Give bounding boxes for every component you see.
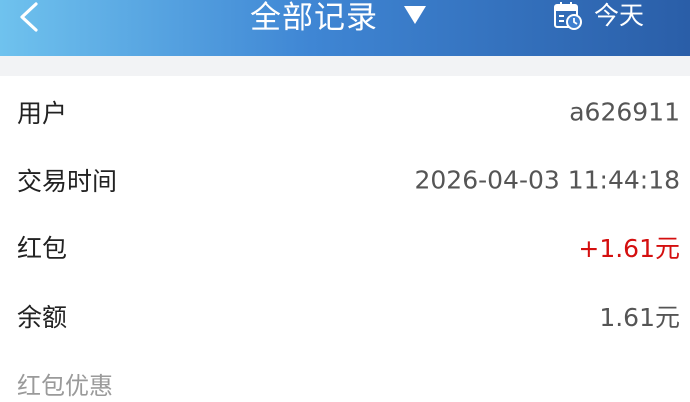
page-title: 全部记录 (250, 0, 378, 36)
user-value: a626911 (569, 97, 680, 127)
time-row: 交易时间 2026-04-03 11:44:18 (0, 150, 690, 210)
time-value: 2026-04-03 11:44:18 (414, 165, 680, 195)
balance-label: 余额 (17, 303, 68, 332)
user-label: 用户 (17, 99, 68, 128)
balance-row: 余额 1.61元 (0, 286, 690, 346)
caret-down-icon (404, 6, 426, 24)
top-bar: 全部记录 今天 (0, 0, 690, 56)
section-divider (0, 56, 690, 76)
record-filter-dropdown[interactable]: 全部记录 (250, 0, 426, 36)
hongbao-amount: +1.61元 (578, 234, 680, 263)
today-label: 今天 (594, 1, 645, 30)
hongbao-promo-section-label: 红包优惠 (17, 372, 113, 400)
user-row: 用户 a626911 (0, 82, 690, 142)
back-button[interactable] (14, 0, 54, 40)
today-button[interactable]: 今天 (552, 0, 644, 36)
balance-value: 1.61元 (599, 303, 680, 332)
chevron-left-icon (20, 2, 38, 32)
time-label: 交易时间 (17, 167, 118, 196)
calendar-clock-icon (554, 2, 582, 30)
hongbao-row: 红包 +1.61元 (0, 217, 690, 277)
hongbao-label: 红包 (17, 234, 68, 263)
